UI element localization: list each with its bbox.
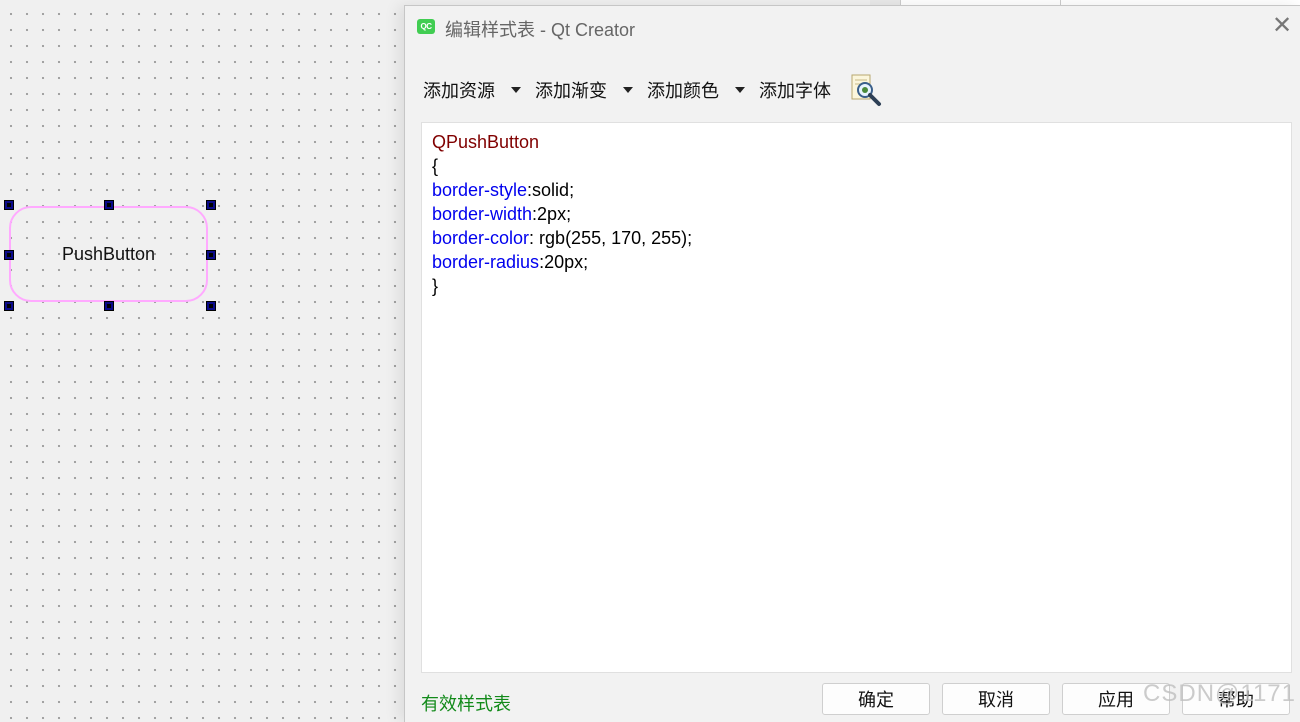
add-font-label: 添加字体 <box>759 81 831 101</box>
css-close-brace: } <box>432 276 439 296</box>
css-rule-border-style: border-style:solid; <box>432 178 1281 202</box>
resize-handle-top-left[interactable] <box>4 200 14 210</box>
resize-handle-bottom-right[interactable] <box>206 301 216 311</box>
dialog-title: 编辑样式表 - Qt Creator <box>445 20 636 40</box>
dropdown-arrow-icon[interactable] <box>511 87 521 93</box>
css-property-value: : rgb(255, 170, 255); <box>529 228 693 248</box>
selected-pushbutton[interactable]: PushButton <box>9 206 208 302</box>
css-rule-border-width: border-width:2px; <box>432 202 1281 226</box>
css-property-name: border-color <box>432 228 530 248</box>
edit-stylesheet-dialog: QC 编辑样式表 - Qt Creator ✕ 添加资源 添加渐变 添加颜色 添… <box>404 5 1300 722</box>
add-resource-label: 添加资源 <box>423 81 495 101</box>
resize-handle-bottom-left[interactable] <box>4 301 14 311</box>
dropdown-arrow-icon[interactable] <box>735 87 745 93</box>
resize-handle-right[interactable] <box>206 250 216 260</box>
css-rule-border-color: border-color: rgb(255, 170, 255); <box>432 226 1281 250</box>
css-selector: QPushButton <box>432 132 540 152</box>
dialog-titlebar: QC 编辑样式表 - Qt Creator ✕ <box>405 6 1300 48</box>
css-property-name: border-radius <box>432 252 540 272</box>
css-property-value: :2px; <box>532 204 572 224</box>
resize-handle-top-right[interactable] <box>206 200 216 210</box>
resize-handle-top[interactable] <box>104 200 114 210</box>
add-gradient-label: 添加渐变 <box>535 81 607 101</box>
css-property-name: border-style <box>432 180 528 200</box>
css-property-value: :solid; <box>527 180 575 200</box>
add-resource-button[interactable]: 添加资源 <box>423 77 521 103</box>
ok-button[interactable]: 确定 <box>822 683 930 715</box>
magnifier-icon[interactable] <box>849 73 883 107</box>
css-open-brace: { <box>432 156 439 176</box>
validity-status: 有效样式表 <box>421 694 511 714</box>
add-font-button[interactable]: 添加字体 <box>759 77 831 103</box>
add-color-label: 添加颜色 <box>647 81 719 101</box>
css-property-value: :20px; <box>539 252 589 272</box>
csdn-watermark: CSDN@1171 <box>1143 680 1296 707</box>
add-color-button[interactable]: 添加颜色 <box>647 77 745 103</box>
form-designer-canvas[interactable]: PushButton <box>0 0 404 721</box>
dropdown-arrow-icon[interactable] <box>623 87 633 93</box>
stylesheet-editor[interactable]: QPushButton { border-style:solid; border… <box>421 122 1292 673</box>
pushbutton-label: PushButton <box>61 243 156 264</box>
resize-handle-bottom[interactable] <box>104 301 114 311</box>
cancel-button[interactable]: 取消 <box>942 683 1050 715</box>
css-property-name: border-width <box>432 204 533 224</box>
css-rule-border-radius: border-radius:20px; <box>432 250 1281 274</box>
close-icon[interactable]: ✕ <box>1269 14 1295 40</box>
stylesheet-toolbar: 添加资源 添加渐变 添加颜色 添加字体 <box>423 70 883 110</box>
resize-handle-left[interactable] <box>4 250 14 260</box>
add-gradient-button[interactable]: 添加渐变 <box>535 77 633 103</box>
qt-creator-logo-icon: QC <box>417 19 435 34</box>
